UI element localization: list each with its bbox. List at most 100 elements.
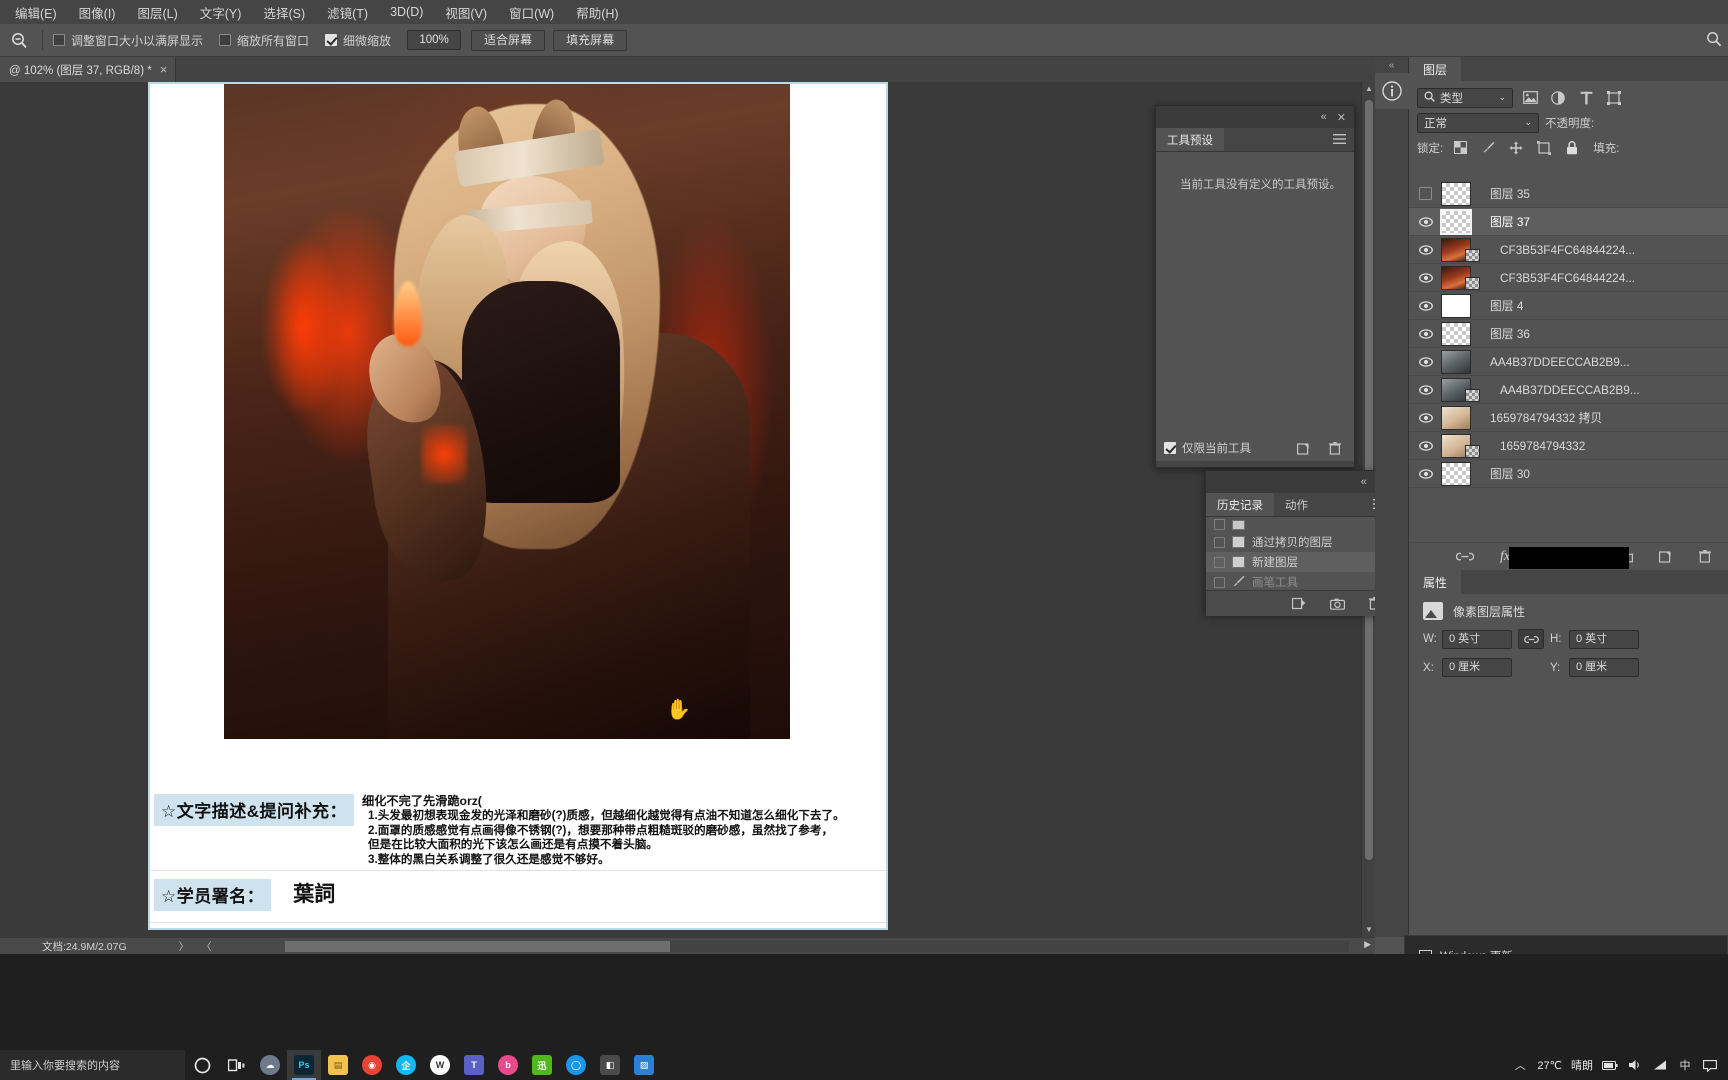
- new-preset-icon[interactable]: [1292, 438, 1314, 458]
- taskbar-app-photos[interactable]: ▨: [627, 1050, 661, 1080]
- layer-name[interactable]: 1659784794332 拷贝: [1490, 409, 1602, 426]
- ime-icon[interactable]: 中: [1677, 1057, 1693, 1073]
- taskbar-app-bilibili[interactable]: b: [491, 1050, 525, 1080]
- table-row[interactable]: AA4B37DDEECCAB2B9...: [1409, 348, 1728, 376]
- layer-mask-thumbnail[interactable]: [1465, 276, 1480, 290]
- layer-thumbnail[interactable]: [1441, 349, 1471, 374]
- visibility-toggle[interactable]: [1417, 468, 1434, 479]
- document-tab[interactable]: @ 102% (图层 37, RGB/8) * ×: [0, 57, 177, 82]
- search-icon[interactable]: [1706, 31, 1722, 50]
- menu-item-select[interactable]: 选择(S): [252, 0, 316, 25]
- menu-item-layer[interactable]: 图层(L): [126, 0, 188, 25]
- taskbar-app-qq[interactable]: 企: [389, 1050, 423, 1080]
- taskbar-app-photoshop-doc[interactable]: ◧: [593, 1050, 627, 1080]
- tab-layers[interactable]: 图层: [1409, 57, 1462, 81]
- visibility-toggle[interactable]: [1417, 356, 1434, 367]
- tab-history[interactable]: 历史记录: [1206, 493, 1274, 516]
- layer-name[interactable]: CF3B53F4FC64844224...: [1500, 271, 1635, 285]
- taskbar-app-file-explorer[interactable]: ▤: [321, 1050, 355, 1080]
- zoom-level-input[interactable]: 100%: [407, 30, 462, 50]
- hamburger-icon[interactable]: [1333, 128, 1354, 151]
- table-row[interactable]: 图层 35: [1409, 180, 1728, 208]
- layer-list[interactable]: 图层 35 图层 37 CF3B53F4FC64844224... CF3B53…: [1409, 180, 1728, 542]
- menu-item-3d[interactable]: 3D(D): [379, 2, 434, 22]
- layer-thumbnail[interactable]: [1441, 265, 1480, 290]
- y-input[interactable]: 0 厘米: [1569, 658, 1639, 677]
- link-icon[interactable]: [1518, 629, 1544, 649]
- layer-thumbnail[interactable]: [1441, 461, 1471, 486]
- tab-tool-presets[interactable]: 工具预设: [1156, 128, 1224, 151]
- history-row[interactable]: 新建图层: [1206, 552, 1394, 572]
- tool-presets-titlebar[interactable]: « ✕: [1156, 106, 1354, 128]
- layer-thumbnail[interactable]: [1441, 321, 1471, 346]
- layer-thumbnail[interactable]: [1441, 237, 1480, 262]
- history-row[interactable]: 通过拷贝的图层: [1206, 532, 1394, 552]
- layer-thumbnail[interactable]: [1440, 208, 1472, 235]
- taskbar-app-weather[interactable]: ☁: [253, 1050, 287, 1080]
- table-row[interactable]: AA4B37DDEECCAB2B9...: [1409, 376, 1728, 404]
- layer-mask-thumbnail[interactable]: [1465, 248, 1480, 262]
- chevron-down-icon[interactable]: ⌄: [1524, 117, 1532, 128]
- visibility-toggle[interactable]: [1417, 412, 1434, 423]
- menu-item-window[interactable]: 窗口(W): [498, 0, 565, 25]
- search-input[interactable]: 里输入你要搜索的内容: [0, 1050, 185, 1080]
- table-row[interactable]: 1659784794332 拷贝: [1409, 404, 1728, 432]
- visibility-toggle[interactable]: [1417, 440, 1434, 451]
- scroll-up-icon[interactable]: ▲: [1362, 82, 1376, 96]
- fit-screen-button[interactable]: 适合屏幕: [471, 29, 546, 51]
- layer-name[interactable]: 图层 30: [1490, 465, 1530, 482]
- layer-name[interactable]: CF3B53F4FC64844224...: [1500, 243, 1635, 257]
- history-titlebar[interactable]: « ✕: [1206, 471, 1394, 493]
- lock-image-icon[interactable]: [1477, 138, 1499, 158]
- collapse-icon[interactable]: «: [1375, 57, 1408, 73]
- link-layers-icon[interactable]: [1454, 547, 1476, 567]
- delete-layer-icon[interactable]: [1694, 547, 1716, 567]
- trash-icon[interactable]: [1324, 438, 1346, 458]
- table-row[interactable]: CF3B53F4FC64844224...: [1409, 264, 1728, 292]
- new-document-icon[interactable]: [1288, 594, 1310, 614]
- layer-name[interactable]: 1659784794332: [1500, 439, 1585, 453]
- lock-position-icon[interactable]: [1505, 138, 1527, 158]
- battery-icon[interactable]: [1602, 1057, 1618, 1073]
- menu-item-help[interactable]: 帮助(H): [565, 0, 629, 25]
- table-row[interactable]: 图层 37: [1409, 208, 1728, 236]
- history-list[interactable]: 通过拷贝的图层 新建图层 画笔工具 ▲ ▼: [1206, 517, 1394, 590]
- layer-mask-thumbnail[interactable]: [1465, 388, 1480, 402]
- taskbar-app-chrome[interactable]: ◉: [355, 1050, 389, 1080]
- menu-item-filter[interactable]: 滤镜(T): [316, 0, 379, 25]
- tab-actions[interactable]: 动作: [1274, 493, 1319, 516]
- camera-icon[interactable]: [1326, 594, 1348, 614]
- menu-item-image[interactable]: 图像(I): [68, 0, 127, 25]
- table-row[interactable]: 图层 4: [1409, 292, 1728, 320]
- layer-thumbnail[interactable]: [1441, 377, 1480, 402]
- menu-item-view[interactable]: 视图(V): [434, 0, 498, 25]
- chevron-up-icon[interactable]: ︿: [1512, 1057, 1528, 1073]
- table-row[interactable]: 图层 30: [1409, 460, 1728, 488]
- layer-mask-thumbnail[interactable]: [1465, 444, 1480, 458]
- lock-transparent-icon[interactable]: [1449, 138, 1471, 158]
- visibility-toggle[interactable]: [1417, 272, 1434, 283]
- x-input[interactable]: 0 厘米: [1442, 658, 1512, 677]
- layer-name[interactable]: 图层 4: [1490, 297, 1523, 314]
- layer-name[interactable]: 图层 36: [1490, 325, 1530, 342]
- taskbar-app-teams[interactable]: T: [457, 1050, 491, 1080]
- blend-mode-select[interactable]: 正常 ⌄: [1417, 112, 1539, 133]
- layer-filter-type-select[interactable]: 类型 ⌄: [1417, 87, 1513, 108]
- task-view-icon[interactable]: [219, 1050, 253, 1080]
- new-layer-icon[interactable]: [1654, 547, 1676, 567]
- layer-name[interactable]: 图层 37: [1490, 213, 1530, 230]
- layer-thumbnail[interactable]: [1441, 433, 1480, 458]
- checkbox-zoom-all-windows[interactable]: 缩放所有窗口: [219, 32, 309, 49]
- visibility-toggle[interactable]: [1417, 384, 1434, 395]
- height-input[interactable]: 0 英寸: [1569, 629, 1639, 649]
- taskbar-app-xunlei[interactable]: 迅: [525, 1050, 559, 1080]
- lock-all-icon[interactable]: [1561, 138, 1583, 158]
- scroll-right-icon[interactable]: ▶: [1364, 939, 1371, 950]
- layer-thumbnail[interactable]: [1441, 405, 1471, 430]
- close-icon[interactable]: ×: [160, 63, 168, 76]
- visibility-toggle[interactable]: [1417, 328, 1434, 339]
- taskbar-app-photoshop[interactable]: Ps: [287, 1050, 321, 1080]
- info-icon[interactable]: [1375, 73, 1409, 109]
- visibility-toggle[interactable]: [1417, 244, 1434, 255]
- tab-properties[interactable]: 属性: [1409, 570, 1462, 594]
